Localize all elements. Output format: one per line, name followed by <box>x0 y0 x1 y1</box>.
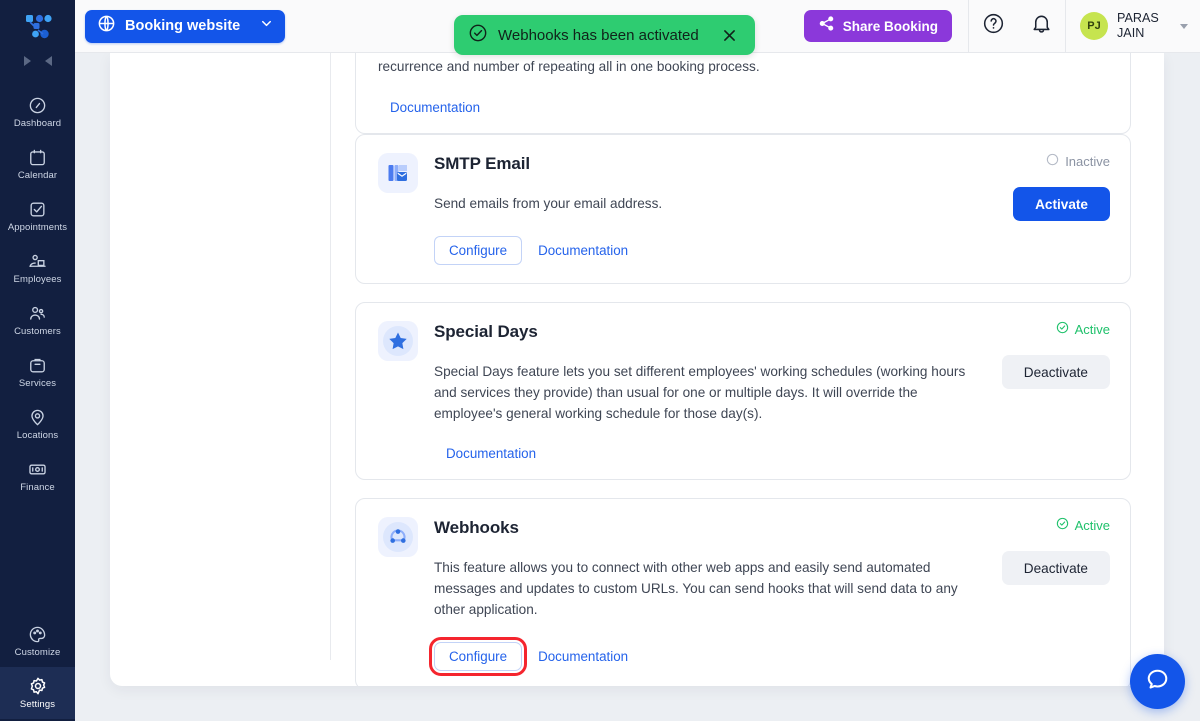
content-panel: recurrence and number of repeating all i… <box>110 53 1164 686</box>
status-badge: Inactive <box>1046 153 1110 169</box>
sidebar: Dashboard Calendar Appointments Employee… <box>0 0 75 721</box>
sidebar-item-label: Appointments <box>7 221 68 233</box>
share-booking-label: Share Booking <box>842 18 938 34</box>
help-button[interactable] <box>969 0 1017 53</box>
activate-button[interactable]: Activate <box>1013 187 1110 221</box>
trafft-logo-icon <box>25 14 52 39</box>
configure-button[interactable]: Configure <box>434 236 523 265</box>
globe-icon <box>97 14 116 38</box>
deactivate-button[interactable]: Deactivate <box>1001 551 1110 585</box>
sidebar-item-label: Services <box>18 377 57 389</box>
documentation-link[interactable]: Documentation <box>390 100 480 115</box>
documentation-link[interactable]: Documentation <box>538 243 628 258</box>
feature-card-special-days: Special Days Special Days feature lets y… <box>355 302 1131 480</box>
booking-website-button[interactable]: Booking website <box>85 9 285 43</box>
sidebar-item-appointments[interactable]: Appointments <box>0 190 75 242</box>
check-circle-icon <box>468 23 488 48</box>
calendar-icon <box>28 148 47 167</box>
bell-icon <box>1030 12 1053 40</box>
chevron-down-icon[interactable] <box>259 16 274 36</box>
feature-card-webhooks: Webhooks This feature allows you to conn… <box>355 498 1131 686</box>
sidebar-item-label: Finance <box>20 481 55 493</box>
share-booking-button[interactable]: Share Booking <box>803 10 952 42</box>
star-icon <box>378 321 418 361</box>
feature-title: Special Days <box>434 322 538 341</box>
services-icon <box>28 356 47 375</box>
smtp-email-icon <box>378 153 418 193</box>
feature-card-smtp-email: SMTP Email Send emails from your email a… <box>355 134 1131 284</box>
panel-divider <box>330 53 331 660</box>
toast-message: Webhooks has been activated <box>498 26 699 44</box>
sidebar-nav: Dashboard Calendar Appointments Employee… <box>0 86 75 502</box>
sidebar-item-services[interactable]: Services <box>0 346 75 398</box>
question-circle-icon <box>982 12 1005 40</box>
check-circle-icon <box>1056 321 1069 337</box>
finance-icon <box>28 460 47 479</box>
sidebar-item-employees[interactable]: Employees <box>0 242 75 294</box>
share-icon <box>818 15 835 37</box>
sidebar-item-label: Calendar <box>17 169 58 181</box>
chevron-down-icon[interactable] <box>1180 23 1188 29</box>
deactivate-button[interactable]: Deactivate <box>1001 355 1110 389</box>
documentation-link[interactable]: Documentation <box>446 446 536 461</box>
booking-website-label: Booking website <box>125 18 241 34</box>
configure-button[interactable]: Configure <box>428 637 528 676</box>
avatar: PJ <box>1080 12 1108 40</box>
status-label: Active <box>1074 517 1110 533</box>
sidebar-item-label: Customize <box>14 646 61 658</box>
app-logo[interactable] <box>0 6 75 48</box>
appointments-icon <box>28 200 47 219</box>
sidebar-bottom-nav: Customize Settings <box>0 615 75 721</box>
sidebar-item-settings[interactable]: Settings <box>0 667 75 719</box>
sidebar-item-label: Settings <box>19 699 56 711</box>
help-chat-button[interactable] <box>1130 654 1185 709</box>
dashboard-icon <box>28 96 47 115</box>
feature-description: recurrence and number of repeating all i… <box>378 59 760 74</box>
chat-bubble-icon <box>1144 666 1171 698</box>
feature-title: Webhooks <box>434 518 519 537</box>
employees-icon <box>28 252 47 271</box>
user-name: PARAS JAIN <box>1117 11 1159 40</box>
arrow-right-icon[interactable] <box>23 56 31 66</box>
feature-title: SMTP Email <box>434 154 530 173</box>
notifications-button[interactable] <box>1017 0 1065 53</box>
status-label: Inactive <box>1065 153 1110 169</box>
webhooks-icon <box>378 517 418 557</box>
sidebar-item-label: Locations <box>16 429 59 441</box>
arrow-left-icon[interactable] <box>44 56 52 66</box>
sidebar-item-locations[interactable]: Locations <box>0 398 75 450</box>
status-badge: Active <box>1056 321 1110 337</box>
circle-empty-icon <box>1046 153 1059 169</box>
feature-description: Send emails from your email address. <box>434 196 663 211</box>
customers-icon <box>28 304 47 323</box>
check-circle-icon <box>1056 517 1069 533</box>
locations-icon <box>28 408 47 427</box>
sidebar-item-label: Employees <box>13 273 62 285</box>
palette-icon <box>28 625 47 644</box>
user-menu[interactable]: PJ PARAS JAIN <box>1066 0 1200 53</box>
gear-icon <box>28 676 48 696</box>
features-list: recurrence and number of repeating all i… <box>355 53 1131 686</box>
close-icon[interactable] <box>721 26 739 44</box>
sidebar-item-label: Dashboard <box>13 117 62 129</box>
feature-description: Special Days feature lets you set differ… <box>434 364 966 421</box>
sidebar-collapse-controls[interactable] <box>0 48 75 74</box>
toast-notification: Webhooks has been activated <box>454 15 755 55</box>
status-badge: Active <box>1056 517 1110 533</box>
sidebar-item-dashboard[interactable]: Dashboard <box>0 86 75 138</box>
documentation-link[interactable]: Documentation <box>538 649 628 664</box>
feature-card-partial: recurrence and number of repeating all i… <box>355 53 1131 134</box>
sidebar-item-customize[interactable]: Customize <box>0 615 75 667</box>
sidebar-item-calendar[interactable]: Calendar <box>0 138 75 190</box>
feature-description: This feature allows you to connect with … <box>434 560 958 617</box>
status-label: Active <box>1074 321 1110 337</box>
sidebar-item-customers[interactable]: Customers <box>0 294 75 346</box>
sidebar-item-finance[interactable]: Finance <box>0 450 75 502</box>
sidebar-item-label: Customers <box>14 325 61 337</box>
